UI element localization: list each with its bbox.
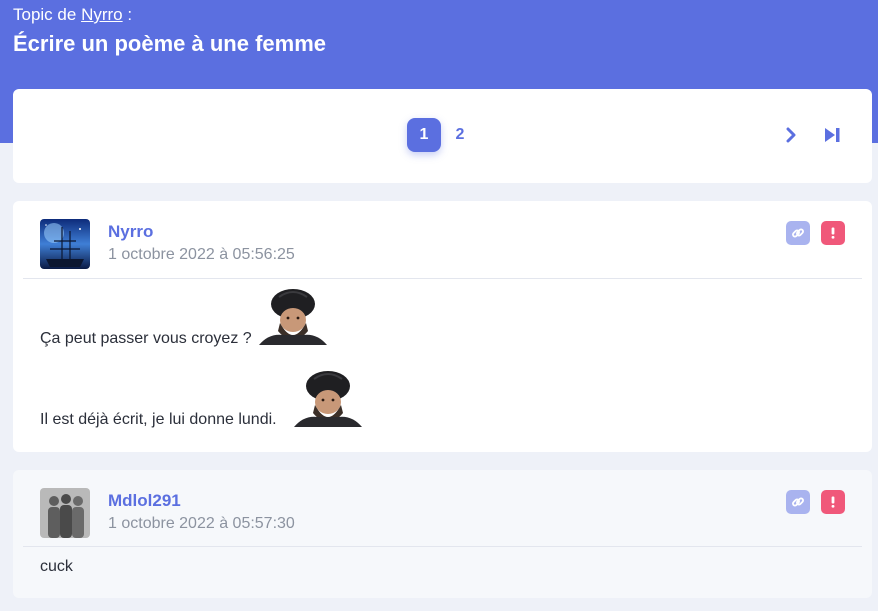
- post-card: Mdlol291 1 octobre 2022 à 05:57:30 cuck: [13, 470, 872, 598]
- bearded-man-turban-sticker: [259, 289, 327, 345]
- post-date: 1 octobre 2022 à 05:57:30: [108, 515, 295, 532]
- page-1-button[interactable]: 1: [407, 118, 441, 152]
- topic-author-link[interactable]: Nyrro: [81, 5, 123, 24]
- link-icon: [792, 497, 804, 507]
- avatar[interactable]: [40, 219, 90, 269]
- post-line: cuck: [40, 558, 73, 575]
- three-silhouettes-avatar: [40, 488, 90, 538]
- exclamation-icon: [831, 227, 835, 239]
- avatar[interactable]: [40, 488, 90, 538]
- permalink-button[interactable]: [786, 490, 810, 514]
- report-button[interactable]: [821, 221, 845, 245]
- chevron-right-icon[interactable]: [781, 125, 801, 145]
- night-sky-ship-avatar: [40, 219, 90, 269]
- post-author-link[interactable]: Mdlol291: [108, 491, 181, 511]
- post-card: Nyrro 1 octobre 2022 à 05:56:25 Ça peut …: [13, 201, 872, 452]
- skip-to-last-icon[interactable]: [822, 125, 842, 145]
- post-date: 1 octobre 2022 à 05:56:25: [108, 246, 295, 263]
- bearded-man-turban-sticker: [294, 371, 362, 427]
- pagination-bar: 1 2: [13, 89, 872, 183]
- exclamation-icon: [831, 496, 835, 508]
- post-author-link[interactable]: Nyrro: [108, 222, 153, 242]
- post-line: Ça peut passer vous croyez ?: [40, 330, 252, 347]
- post-divider: [23, 546, 862, 547]
- report-button[interactable]: [821, 490, 845, 514]
- permalink-button[interactable]: [786, 221, 810, 245]
- topic-prefix-colon: :: [127, 5, 133, 24]
- post-divider: [23, 278, 862, 279]
- link-icon: [792, 228, 804, 238]
- topic-byline: Topic de Nyrro :: [13, 5, 132, 25]
- topic-prefix-label: Topic de: [13, 5, 77, 24]
- page-2-button[interactable]: 2: [443, 118, 477, 152]
- page-title: Écrire un poème à une femme: [13, 31, 326, 56]
- post-line: Il est déjà écrit, je lui donne lundi.: [40, 411, 277, 428]
